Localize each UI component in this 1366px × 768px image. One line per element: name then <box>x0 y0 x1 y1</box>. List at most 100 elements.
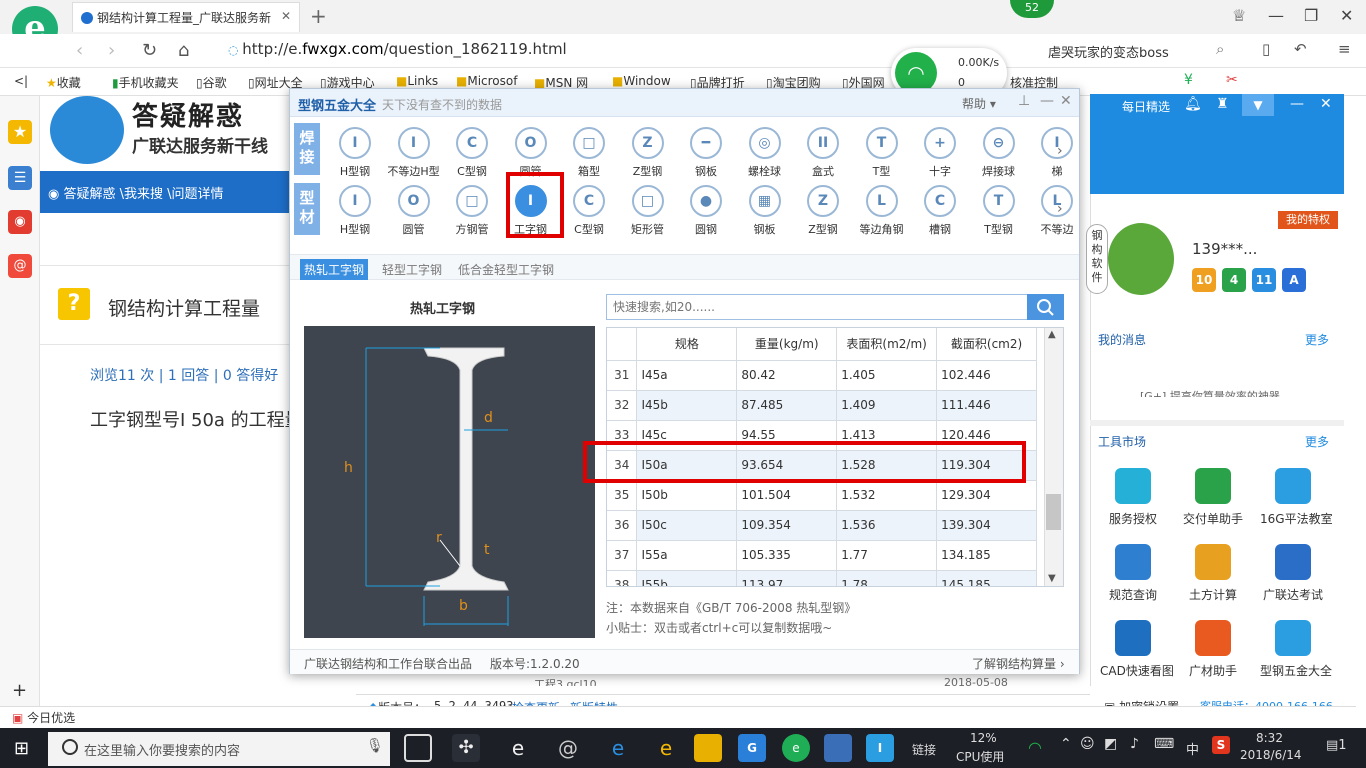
glodon-g-icon[interactable]: G <box>738 734 766 762</box>
yen-icon[interactable]: ¥ <box>1184 72 1193 88</box>
table-row[interactable]: 35 I50b 101.504 1.532 129.304 <box>607 480 1037 511</box>
tool-market-item[interactable]: 16G平法教室 <box>1260 468 1333 527</box>
ime-indicator[interactable]: 中 <box>1186 739 1199 758</box>
dialog-minimize-button[interactable]: — <box>1040 93 1054 109</box>
bookmark-windows[interactable]: ■Window <box>612 74 671 88</box>
column-header[interactable]: 表面积(m2/m) <box>836 328 938 361</box>
steel-software-tag[interactable]: 钢构软件 <box>1086 224 1108 294</box>
tools-more-link[interactable]: 更多 <box>1305 433 1329 450</box>
wifi-tray-icon[interactable]: ◠ <box>1028 738 1042 757</box>
taskbar-link-label[interactable]: 链接 <box>912 741 936 758</box>
search-engine-field[interactable]: 虐哭玩家的变态boss <box>1048 42 1169 61</box>
scissors-icon[interactable]: ✂ <box>1226 72 1238 88</box>
column-header[interactable]: 重量(kg/m) <box>736 328 838 361</box>
network-tray-icon[interactable]: ◩ <box>1104 736 1117 752</box>
scroll-thumb[interactable] <box>1046 494 1061 530</box>
microphone-icon[interactable]: 🎙︎ <box>366 738 384 754</box>
sidebar-toggle-icon[interactable]: <| <box>14 74 28 88</box>
ie-blue-icon[interactable]: e <box>504 734 532 762</box>
app-badge-2[interactable]: 4 <box>1222 268 1246 292</box>
person-icon[interactable]: ☺ <box>1080 736 1095 752</box>
keyboard-icon[interactable]: ⌨ <box>1154 736 1174 752</box>
breadcrumb[interactable]: ◉ 答疑解惑 \我来搜 \问题详情 <box>40 171 296 213</box>
table-row[interactable]: 38 I55b 113.97 1.78 145.185 <box>607 570 1037 586</box>
welded-tool-4[interactable]: □ 箱型 <box>560 127 618 179</box>
bookmark-microsoft[interactable]: ■Microsof <box>456 74 517 88</box>
welded-tool-2[interactable]: C C型钢 <box>443 127 501 179</box>
privilege-button[interactable]: 我的特权 <box>1278 211 1338 229</box>
message-item[interactable]: [G+] 提高你算量效率的神器 <box>1140 388 1320 397</box>
column-header[interactable] <box>607 328 638 361</box>
welded-tool-10[interactable]: + 十字 <box>911 127 969 179</box>
home-icon[interactable]: ⌂ <box>178 40 189 61</box>
tool-market-item[interactable]: 型钢五金大全 <box>1260 620 1332 679</box>
sogou-icon[interactable]: S <box>1212 736 1230 754</box>
phone-icon[interactable]: ▯ <box>1262 40 1270 58</box>
messages-more-link[interactable]: 更多 <box>1305 331 1329 348</box>
profile-tool-10[interactable]: C 槽钢 <box>911 185 969 237</box>
ie-icon[interactable]: e <box>652 734 680 762</box>
right-panel-close[interactable]: ✕ <box>1320 96 1332 112</box>
weibo-icon[interactable]: ◉ <box>8 210 32 234</box>
taskbar-search[interactable]: 在这里输入你要搜索的内容 <box>48 732 390 766</box>
profile-tool-6[interactable]: ● 圆钢 <box>677 185 735 237</box>
browser-swirl-icon[interactable]: @ <box>554 734 582 762</box>
menu-icon[interactable]: ≡ <box>1338 40 1351 58</box>
welded-tool-1[interactable]: I 不等边H型 <box>385 127 443 179</box>
bookmark-links[interactable]: ■Links <box>396 74 438 88</box>
undo-icon[interactable]: ↶ <box>1294 40 1307 58</box>
volume-icon[interactable]: ♪ <box>1130 736 1139 752</box>
scroll-down-icon[interactable]: ▼ <box>1048 573 1056 584</box>
fan-icon[interactable]: ✣ <box>452 734 480 762</box>
bookmark-google[interactable]: ▯谷歌 <box>196 74 227 91</box>
pin-icon[interactable]: ⊥ <box>1018 93 1030 109</box>
welded-tool-9[interactable]: T T型 <box>853 127 911 179</box>
close-window-button[interactable]: ✕ <box>1340 6 1353 25</box>
table-row[interactable]: 37 I55a 105.335 1.77 134.185 <box>607 540 1037 571</box>
tool-market-item[interactable]: 服务授权 <box>1100 468 1166 527</box>
profile-tool-11[interactable]: T T型钢 <box>970 185 1028 237</box>
tray-chevron-icon[interactable]: ⌃ <box>1060 736 1072 752</box>
subtab-low-alloy[interactable]: 低合金轻型工字钢 <box>454 259 558 280</box>
minimize-button[interactable]: — <box>1268 6 1284 25</box>
tool-market-item[interactable]: 交付单助手 <box>1180 468 1246 527</box>
right-panel-minimize[interactable]: — <box>1290 96 1304 112</box>
clock-time[interactable]: 8:32 <box>1256 731 1283 745</box>
browser-green-icon[interactable]: e <box>782 734 810 762</box>
subtab-light[interactable]: 轻型工字钢 <box>378 259 446 280</box>
dialog-titlebar[interactable]: 型钢五金大全 天下没有查不到的数据 帮助 ▾ ⊥ — ✕ <box>290 89 1079 117</box>
profile-tool-4[interactable]: C C型钢 <box>560 185 618 237</box>
refresh-icon[interactable]: ↻ <box>142 40 157 61</box>
table-scrollbar[interactable] <box>1044 328 1063 586</box>
help-menu[interactable]: 帮助 ▾ <box>962 95 996 112</box>
task-view-icon[interactable] <box>404 734 432 762</box>
table-row[interactable]: 32 I45b 87.485 1.409 111.446 <box>607 390 1037 421</box>
app-badge-4[interactable]: A <box>1282 268 1306 292</box>
welded-tool-6[interactable]: ━ 钢板 <box>677 127 735 179</box>
recent-project[interactable]: 工程3.gcl10 <box>534 676 597 686</box>
edge-icon[interactable]: e <box>604 734 632 762</box>
windows-start-icon[interactable]: ⊞ <box>14 738 29 759</box>
url-field[interactable]: ◌ http://e.fwxgx.com/question_1862119.ht… <box>228 40 567 58</box>
dialog-close-button[interactable]: ✕ <box>1060 93 1072 109</box>
table-row[interactable]: 36 I50c 109.354 1.536 139.304 <box>607 510 1037 541</box>
profile-tool-5[interactable]: □ 矩形管 <box>619 185 677 237</box>
profile-tool-7[interactable]: ▦ 钢板 <box>736 185 794 237</box>
app-window-icon[interactable] <box>824 734 852 762</box>
email-icon[interactable]: @ <box>8 254 32 278</box>
skin-icon[interactable]: ♕ <box>1232 6 1246 25</box>
tool-market-item[interactable]: 土方计算 <box>1180 544 1246 603</box>
learn-more-link[interactable]: 了解钢结构算量 › <box>972 655 1065 672</box>
search-icon[interactable]: ⌕ <box>1216 40 1224 58</box>
tab-close-icon[interactable]: ✕ <box>281 9 291 23</box>
reader-icon[interactable]: ☰ <box>8 166 32 190</box>
profile-tool-9[interactable]: L 等边角钢 <box>853 185 911 237</box>
today-picks[interactable]: ▣ 今日优选 <box>12 709 75 726</box>
row2-next-icon[interactable]: › <box>1057 201 1063 217</box>
subtab-hot-rolled[interactable]: 热轧工字钢 <box>300 259 369 280</box>
welded-tool-11[interactable]: ⊖ 焊接球 <box>970 127 1028 179</box>
profile-tool-0[interactable]: I H型钢 <box>326 185 384 237</box>
question-stats[interactable]: 浏览11 次 | 1 回答 | 0 答得好 <box>90 365 278 385</box>
back-icon[interactable]: ‹ <box>76 40 83 61</box>
file-explorer-icon[interactable] <box>694 734 722 762</box>
